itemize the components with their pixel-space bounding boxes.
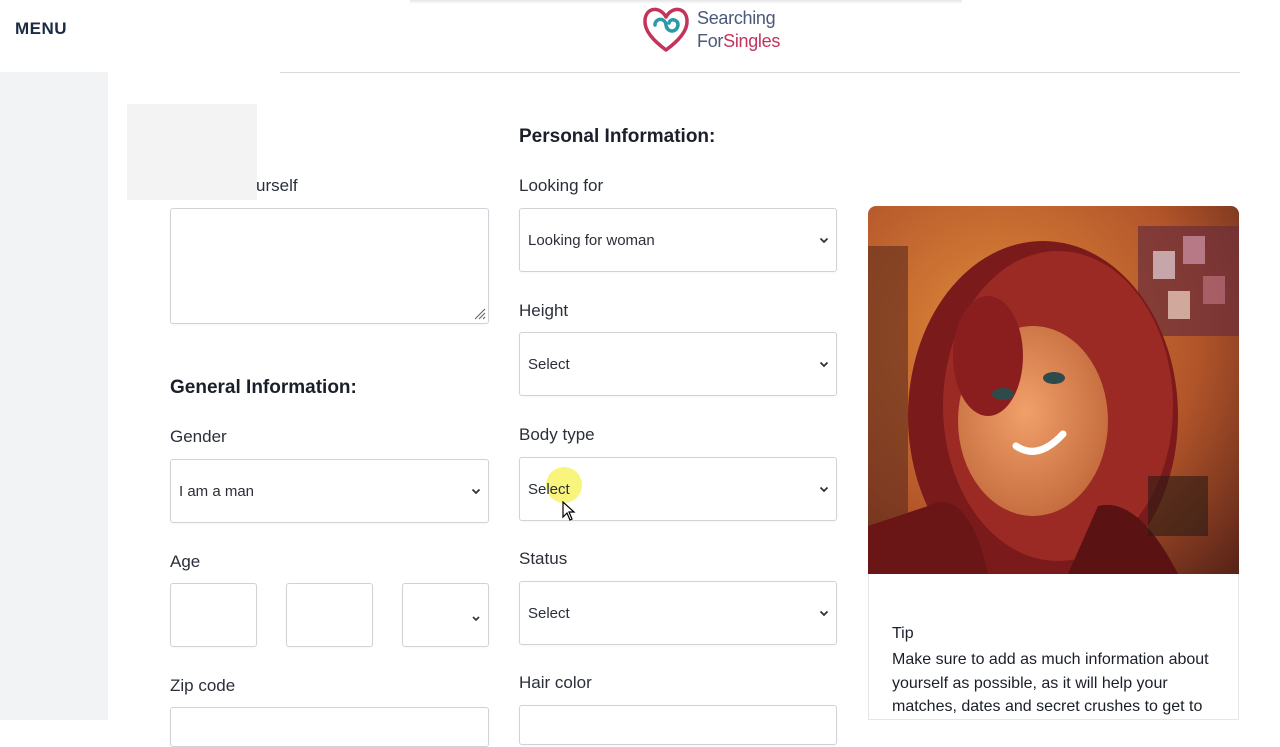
mouse-cursor-icon (562, 501, 576, 521)
height-label: Height (519, 301, 569, 320)
age-day-select[interactable] (170, 583, 257, 647)
chevron-down-icon (819, 610, 829, 617)
tip-body: Make sure to add as much information abo… (892, 651, 1209, 715)
height-select[interactable]: Select (519, 332, 837, 396)
logo-text-line1: Searching (697, 8, 776, 28)
hair-color-label: Hair color (519, 673, 592, 692)
gender-label: Gender (170, 427, 227, 446)
gender-value: I am a man (179, 482, 255, 500)
looking-for-label: Looking for (519, 176, 604, 195)
logo-mark-icon (643, 7, 689, 52)
left-side-panel (0, 72, 108, 720)
tip-title: Tip (892, 625, 914, 642)
chevron-down-icon (819, 237, 829, 244)
status-value: Select (528, 604, 570, 622)
chevron-down-icon (819, 486, 829, 493)
status-label: Status (519, 549, 568, 568)
about-yourself-label: urself (256, 176, 298, 195)
personal-info-title: Personal Information: (519, 126, 716, 147)
looking-for-select[interactable]: Looking for woman (519, 208, 837, 272)
general-info-title: General Information: (170, 377, 357, 398)
profile-photo (868, 206, 1239, 574)
body-type-label: Body type (519, 425, 595, 444)
age-year-select[interactable] (402, 583, 489, 647)
looking-for-value: Looking for woman (528, 231, 655, 249)
status-select[interactable]: Select (519, 581, 837, 645)
menu-button[interactable]: MENU (15, 19, 67, 39)
age-label: Age (170, 552, 201, 571)
resize-grip-icon[interactable] (472, 306, 486, 320)
header-divider (280, 72, 1240, 73)
zip-code-input[interactable] (170, 707, 489, 747)
body-type-value: Select (528, 480, 570, 498)
logo-text-for: For (697, 31, 724, 51)
site-logo[interactable]: Searching ForSingles (640, 3, 780, 55)
about-yourself-textarea[interactable] (170, 208, 489, 324)
chevron-down-icon (471, 488, 481, 495)
height-value: Select (528, 355, 570, 373)
chevron-down-icon (819, 361, 829, 368)
logo-text-singles: Singles (723, 31, 781, 51)
chevron-down-icon (472, 616, 480, 622)
age-month-select[interactable] (286, 583, 373, 647)
hair-color-select[interactable] (519, 705, 837, 745)
zip-code-label: Zip code (170, 676, 236, 695)
logo-text-line2: ForSingles (697, 31, 780, 52)
gender-select[interactable]: I am a man (170, 459, 489, 523)
image-placeholder (127, 104, 257, 200)
